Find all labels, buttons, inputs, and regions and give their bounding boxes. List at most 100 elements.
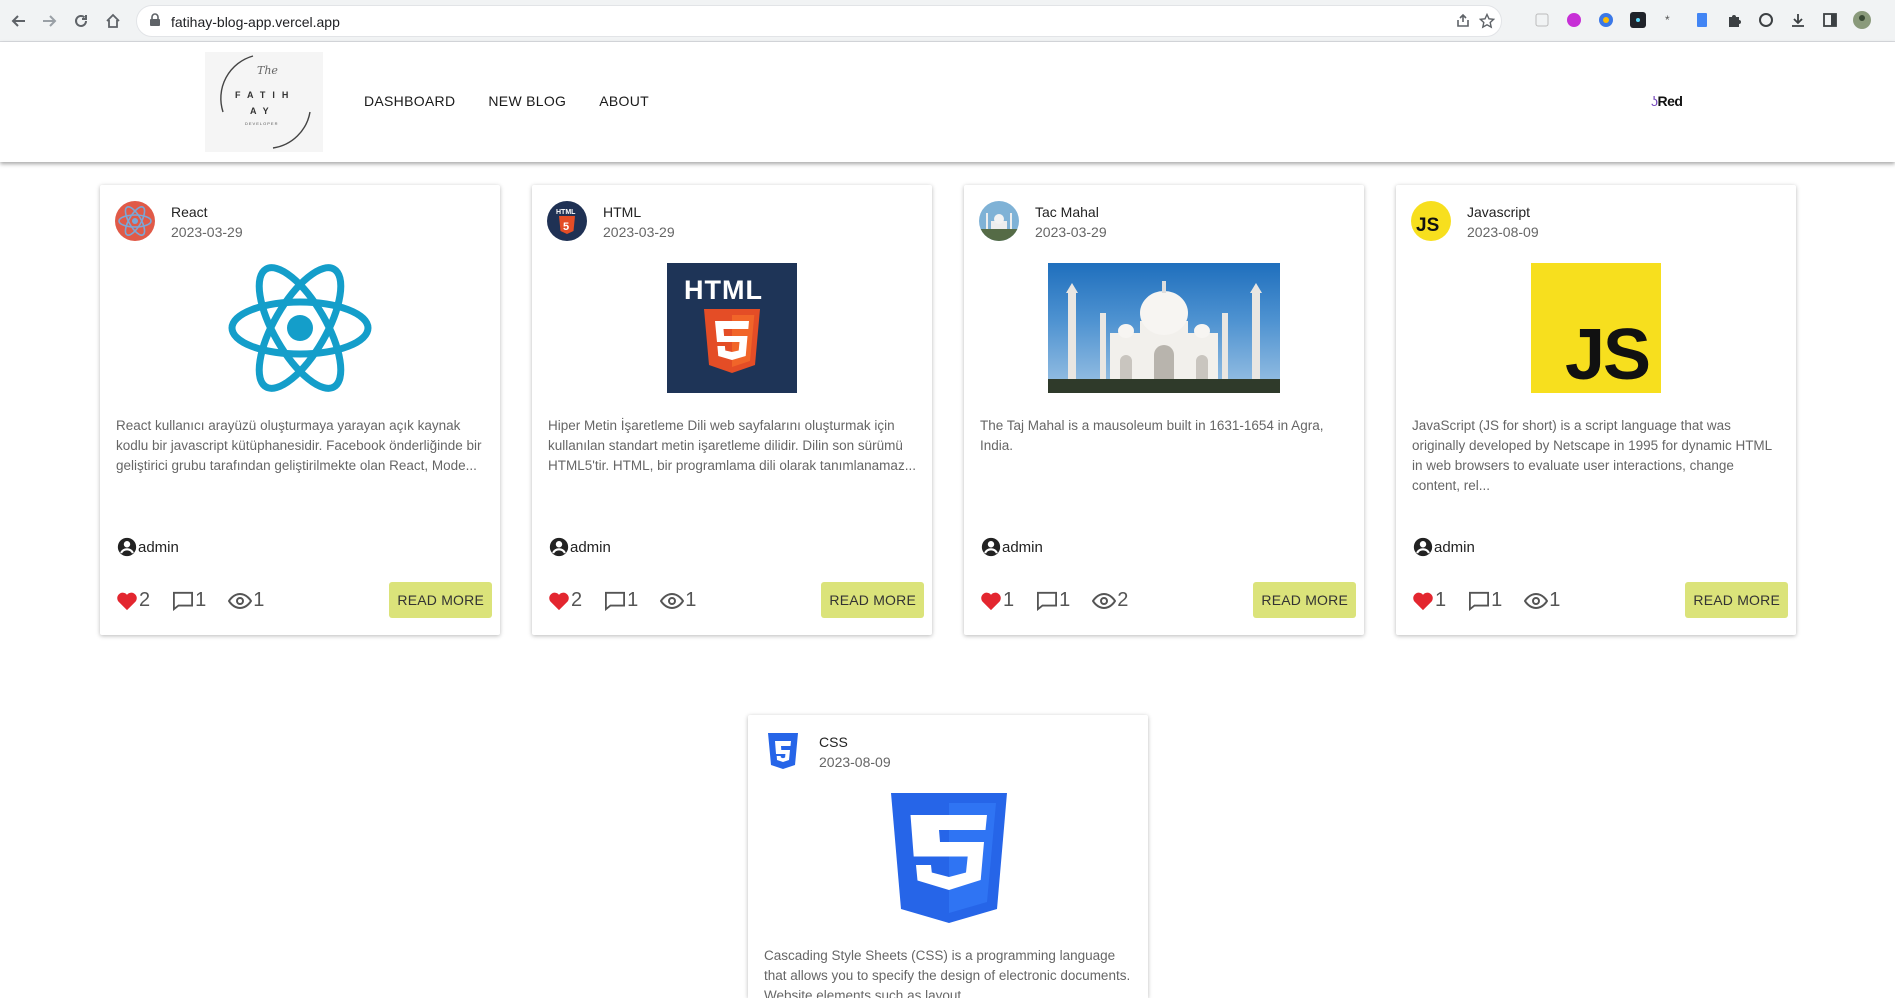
comment-icon bbox=[173, 591, 194, 611]
logo-line4: DEVELOPER bbox=[245, 121, 279, 126]
lock-icon bbox=[149, 13, 161, 32]
eye-icon bbox=[1524, 592, 1549, 609]
card-description: React kullanıcı arayüzü oluşturmaya yara… bbox=[116, 418, 482, 473]
card-stats: 1 1 2 bbox=[980, 589, 1150, 612]
read-more-button[interactable]: READ MORE bbox=[1253, 582, 1356, 618]
comment-icon bbox=[1037, 591, 1058, 611]
css3-logo-image bbox=[891, 793, 1007, 923]
eye-icon bbox=[228, 592, 253, 609]
like-button[interactable]: 1 bbox=[1412, 589, 1446, 612]
site-logo[interactable]: The FATIH AY DEVELOPER bbox=[205, 52, 323, 152]
reload-icon[interactable] bbox=[68, 8, 94, 34]
extensions-puzzle-icon[interactable] bbox=[1725, 11, 1743, 29]
card-description: Cascading Style Sheets (CSS) is a progra… bbox=[764, 948, 1131, 998]
card-date: 2023-03-29 bbox=[603, 224, 675, 240]
download-icon[interactable] bbox=[1789, 11, 1807, 29]
comment-button[interactable]: 1 bbox=[1468, 589, 1502, 612]
card-stats: 2 1 1 bbox=[116, 589, 286, 612]
like-button[interactable]: 2 bbox=[548, 589, 582, 612]
read-more-button[interactable]: READ MORE bbox=[389, 582, 492, 618]
card-title[interactable]: React bbox=[171, 204, 208, 220]
heart-icon bbox=[981, 592, 1001, 610]
author-name: admin bbox=[1002, 538, 1043, 556]
card-title[interactable]: Javascript bbox=[1467, 204, 1530, 220]
back-arrow-icon[interactable] bbox=[6, 8, 32, 34]
card-title[interactable]: HTML bbox=[603, 204, 641, 220]
card-description: JavaScript (JS for short) is a script la… bbox=[1412, 418, 1772, 493]
home-icon[interactable] bbox=[100, 8, 126, 34]
card-author: admin bbox=[980, 536, 1043, 558]
like-button[interactable]: 2 bbox=[116, 589, 150, 612]
html5-avatar-icon: HTML 5 bbox=[547, 201, 587, 241]
extension-purple-icon[interactable] bbox=[1565, 11, 1583, 29]
heart-icon bbox=[117, 592, 137, 610]
address-bar[interactable]: fatihay-blog-app.vercel.app bbox=[136, 5, 1502, 37]
view-stat: 2 bbox=[1092, 589, 1128, 612]
card-stats: 2 1 1 bbox=[548, 589, 718, 612]
blog-card: Tac Mahal 2023-03-29 The Taj Mahal is a … bbox=[964, 185, 1364, 635]
blog-card: CSS 2023-08-09 Cascading Style Sheets (C… bbox=[748, 715, 1148, 998]
extension-sparkle-icon[interactable]: * bbox=[1661, 11, 1679, 29]
share-icon[interactable] bbox=[1455, 13, 1473, 31]
extension-react-devtools-icon[interactable] bbox=[1629, 11, 1647, 29]
card-description: Hiper Metin İşaretleme Dili web sayfalar… bbox=[548, 418, 916, 473]
logo-line2: FATIH bbox=[235, 90, 296, 100]
view-count: 1 bbox=[253, 589, 265, 611]
extension-blue-circle-icon[interactable] bbox=[1597, 11, 1615, 29]
like-button[interactable]: 1 bbox=[980, 589, 1014, 612]
nav-new-blog-link[interactable]: NEW BLOG bbox=[488, 93, 566, 109]
comment-count: 1 bbox=[627, 589, 639, 611]
svg-text:5: 5 bbox=[563, 221, 569, 233]
extension-page-icon[interactable] bbox=[1533, 11, 1551, 29]
heart-icon bbox=[1413, 592, 1433, 610]
react-logo-image bbox=[227, 263, 373, 393]
js-logo-image: JS bbox=[1531, 263, 1661, 393]
card-date: 2023-08-09 bbox=[819, 754, 891, 770]
svg-text:HTML: HTML bbox=[556, 209, 576, 216]
card-stats: 1 1 1 bbox=[1412, 589, 1582, 612]
comment-count: 1 bbox=[1491, 589, 1503, 611]
nav-about-link[interactable]: ABOUT bbox=[599, 93, 649, 109]
forward-arrow-icon[interactable] bbox=[36, 8, 62, 34]
comment-icon bbox=[1469, 591, 1490, 611]
extension-shield-icon[interactable] bbox=[1757, 11, 1775, 29]
extension-doc-icon[interactable] bbox=[1693, 11, 1711, 29]
like-count: 2 bbox=[571, 589, 583, 611]
comment-button[interactable]: 1 bbox=[604, 589, 638, 612]
profile-avatar-icon[interactable] bbox=[1853, 11, 1871, 29]
header-right-truncated-item[interactable]: ʖRed bbox=[1651, 93, 1683, 109]
card-date: 2023-03-29 bbox=[1035, 224, 1107, 240]
card-author: admin bbox=[1412, 536, 1475, 558]
view-count: 2 bbox=[1117, 589, 1129, 611]
card-title[interactable]: CSS bbox=[819, 734, 848, 750]
comment-count: 1 bbox=[1059, 589, 1071, 611]
blog-card: React 2023-03-29 React kullanıcı arayüzü… bbox=[100, 185, 500, 635]
view-count: 1 bbox=[1549, 589, 1561, 611]
taj-mahal-avatar-image bbox=[979, 201, 1019, 241]
logo-line3: AY bbox=[250, 106, 276, 116]
comment-button[interactable]: 1 bbox=[1036, 589, 1070, 612]
account-circle-icon bbox=[117, 537, 137, 557]
comment-button[interactable]: 1 bbox=[172, 589, 206, 612]
main-menu: DASHBOARD NEW BLOG ABOUT bbox=[364, 93, 649, 109]
author-name: admin bbox=[1434, 538, 1475, 556]
heart-icon bbox=[549, 592, 569, 610]
read-more-button[interactable]: READ MORE bbox=[821, 582, 924, 618]
author-name: admin bbox=[570, 538, 611, 556]
account-circle-icon bbox=[1413, 537, 1433, 557]
eye-icon bbox=[1092, 592, 1117, 609]
card-author: admin bbox=[116, 536, 179, 558]
card-title[interactable]: Tac Mahal bbox=[1035, 204, 1099, 220]
bookmark-star-icon[interactable] bbox=[1478, 12, 1497, 31]
read-more-button[interactable]: READ MORE bbox=[1685, 582, 1788, 618]
nav-dashboard-link[interactable]: DASHBOARD bbox=[364, 93, 455, 109]
author-name: admin bbox=[138, 538, 179, 556]
comment-icon bbox=[605, 591, 626, 611]
eye-icon bbox=[660, 592, 685, 609]
card-description: The Taj Mahal is a mausoleum built in 16… bbox=[980, 418, 1324, 453]
view-stat: 1 bbox=[228, 589, 264, 612]
like-count: 2 bbox=[139, 589, 151, 611]
app-navbar: The FATIH AY DEVELOPER DASHBOARD NEW BLO… bbox=[0, 42, 1895, 162]
browser-toolbar: fatihay-blog-app.vercel.app * bbox=[0, 0, 1895, 42]
side-panel-icon[interactable] bbox=[1821, 11, 1839, 29]
